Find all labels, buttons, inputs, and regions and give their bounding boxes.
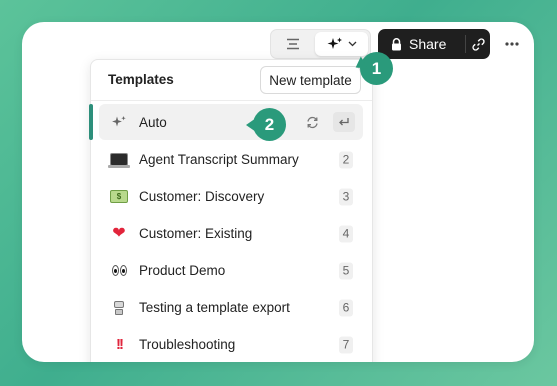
sparkles-icon (109, 112, 129, 132)
shortcut-badge: 2 (339, 151, 353, 168)
shortcut-badge: 7 (339, 336, 353, 353)
template-label: Agent Transcript Summary (139, 152, 299, 167)
active-indicator (89, 104, 93, 140)
apply-button[interactable] (333, 112, 355, 132)
more-horizontal-icon (505, 42, 519, 46)
template-item-customer-discovery[interactable]: $ Customer: Discovery 3 (99, 178, 363, 215)
money-icon: $ (109, 187, 129, 207)
chevron-down-icon (348, 41, 356, 47)
template-item-testing-export[interactable]: Testing a template export 6 (99, 289, 363, 326)
template-item-agent-transcript[interactable]: Agent Transcript Summary 2 (99, 141, 363, 178)
exclamation-icon: !! (116, 336, 124, 353)
step-callout-1: 1 (360, 52, 393, 85)
template-label: Troubleshooting (139, 337, 236, 352)
laptop-icon (108, 150, 130, 170)
template-label: Testing a template export (139, 300, 290, 315)
shortcut-badge: 4 (339, 225, 353, 242)
step-callout-2: 2 (246, 108, 286, 141)
template-item-troubleshooting[interactable]: !! Troubleshooting 7 (99, 326, 363, 362)
new-template-button[interactable]: New template (260, 66, 361, 94)
link-icon (471, 37, 485, 51)
template-label: Customer: Discovery (139, 189, 265, 204)
lock-icon (392, 37, 401, 50)
heart-icon: ❤ (112, 224, 126, 242)
template-label: Product Demo (139, 263, 226, 278)
copy-link-button[interactable] (466, 29, 490, 59)
template-label: Customer: Existing (139, 226, 253, 241)
item-actions (301, 112, 355, 132)
template-list: Auto Agent Transcript Summary 2 $ Custom… (99, 104, 363, 362)
share-button[interactable]: Share (378, 29, 465, 59)
refresh-icon (306, 116, 318, 128)
more-options-button[interactable] (500, 34, 524, 54)
template-item-product-demo[interactable]: Product Demo 5 (99, 252, 363, 289)
ai-template-button[interactable] (315, 32, 368, 56)
view-toggle-group (270, 29, 371, 59)
align-lines-icon (286, 38, 299, 50)
refresh-button[interactable] (301, 112, 323, 132)
layout-toggle-button[interactable] (271, 30, 314, 58)
dropdown-title: Templates (108, 72, 174, 87)
shortcut-badge: 5 (339, 262, 353, 279)
sparkles-icon (327, 37, 342, 49)
template-label: Auto (139, 114, 167, 130)
template-item-auto[interactable]: Auto (99, 104, 363, 140)
template-item-customer-existing[interactable]: ❤ Customer: Existing 4 (99, 215, 363, 252)
app-window: Share Templates New template Auto Agent … (22, 22, 534, 362)
eyes-icon (109, 261, 129, 281)
shortcut-badge: 6 (339, 299, 353, 316)
share-label: Share (409, 36, 447, 52)
divider (91, 100, 372, 101)
templates-dropdown: Templates New template Auto Agent Transc… (89, 59, 373, 362)
shortcut-badge: 3 (339, 188, 353, 205)
robot-icon (109, 298, 129, 318)
enter-icon (339, 118, 349, 126)
share-button-group: Share (378, 29, 490, 59)
